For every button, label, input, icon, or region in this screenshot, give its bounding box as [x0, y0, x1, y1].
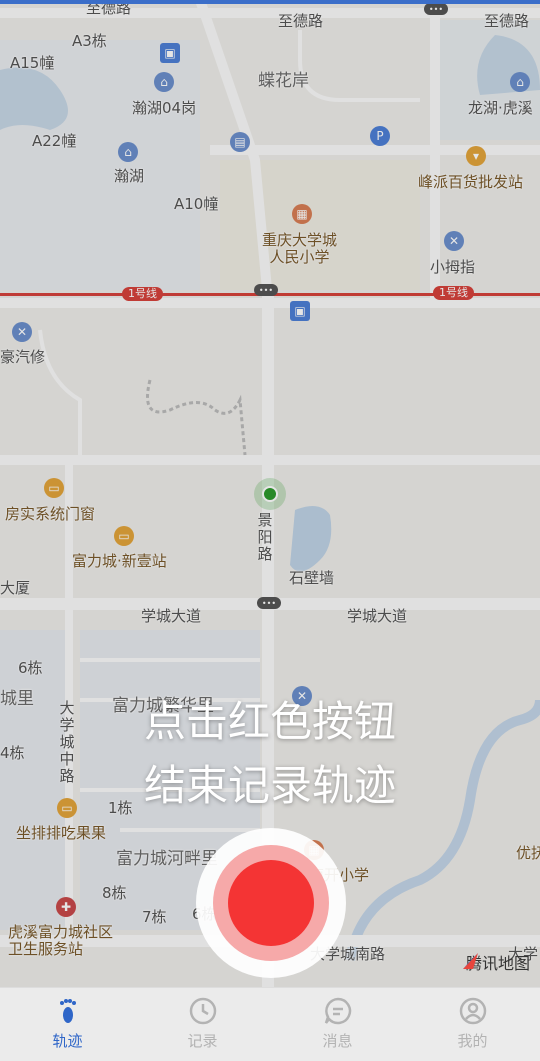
bottom-tab-bar: 轨迹 记录 消息 我的 [0, 987, 540, 1061]
instruction-text: 点击红色按钮 结束记录轨迹 [0, 690, 540, 818]
tab-profile[interactable]: 我的 [405, 988, 540, 1061]
user-icon [459, 997, 486, 1025]
instruction-line-1: 点击红色按钮 [143, 697, 396, 746]
tab-track[interactable]: 轨迹 [0, 988, 135, 1061]
tab-label: 记录 [187, 1032, 218, 1050]
record-button-wrapper [196, 828, 346, 978]
instruction-line-2: 结束记录轨迹 [143, 761, 396, 810]
tab-messages[interactable]: 消息 [270, 988, 405, 1061]
map-watermark: 腾讯地图 [460, 950, 530, 974]
tab-label: 消息 [322, 1032, 353, 1050]
tab-label: 我的 [457, 1032, 488, 1050]
record-button-ring [213, 845, 329, 961]
stop-record-button[interactable] [228, 860, 314, 946]
tencent-map-logo-icon [462, 953, 478, 969]
footprint-icon [59, 999, 76, 1023]
message-icon [324, 997, 351, 1025]
tab-label: 轨迹 [52, 1032, 83, 1050]
top-accent-bar [0, 0, 540, 4]
clock-icon [189, 997, 216, 1025]
map-view[interactable]: 1号线 1号线 至德路 至德路 至德路 A3栋 A15幢 A22幢 A10幢 瀚… [0, 0, 540, 987]
tab-records[interactable]: 记录 [135, 988, 270, 1061]
